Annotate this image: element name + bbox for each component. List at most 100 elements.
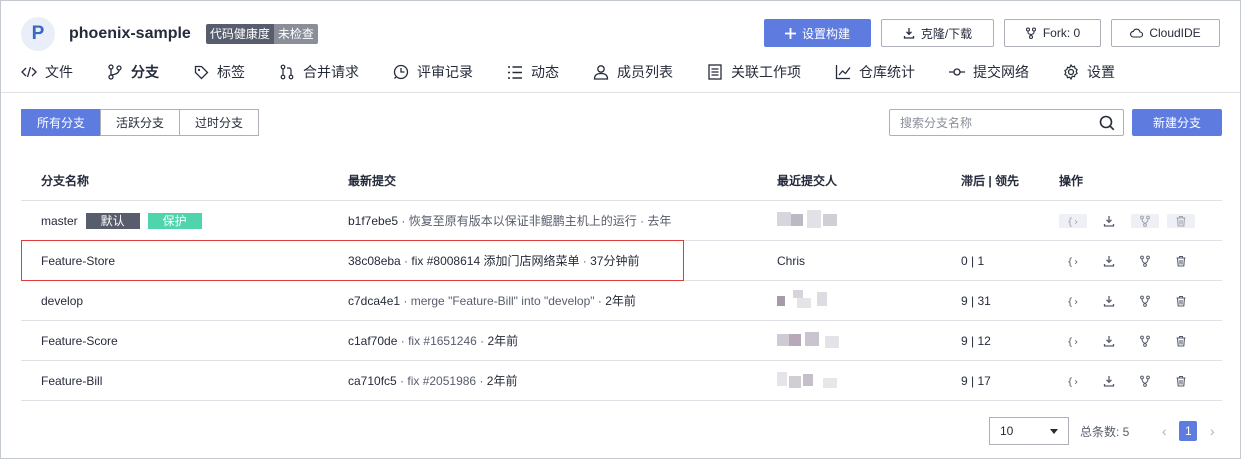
clone-download-button[interactable]: 克隆/下载: [881, 19, 994, 47]
setup-build-label: 设置构建: [801, 26, 850, 41]
review-icon: [393, 64, 409, 80]
new-branch-button[interactable]: 新建分支: [1132, 109, 1222, 136]
tab-files[interactable]: 文件: [21, 59, 73, 85]
committer-avatar-blurred: [777, 330, 961, 351]
behind-ahead: 9 | 31: [961, 293, 991, 308]
fork-button[interactable]: Fork: 0: [1004, 19, 1101, 47]
tab-label: 提交网络: [973, 64, 1029, 80]
commit-hash[interactable]: 38c08eba: [348, 254, 401, 268]
repo-name[interactable]: phoenix-sample: [69, 25, 191, 43]
tab-label: 仓库统计: [859, 64, 915, 80]
tab-label: 动态: [531, 64, 559, 80]
download-icon[interactable]: [1095, 214, 1123, 228]
table-row: Feature-Store 38c08eba · fix #8008614 添加…: [21, 240, 1222, 281]
tab-label: 评审记录: [417, 64, 473, 80]
behind-ahead: 0 | 1: [961, 253, 985, 268]
merge-icon[interactable]: [1131, 374, 1159, 388]
pagination: 10 总条数: 5 ‹ 1 ›: [989, 417, 1219, 445]
commit-message: fix #2051986: [407, 374, 477, 388]
commit-hash[interactable]: b1f7ebe5: [348, 214, 398, 228]
header-committer: 最近提交人: [777, 174, 838, 188]
page-size-select[interactable]: 10: [989, 417, 1069, 445]
tab-reviews[interactable]: 评审记录: [393, 59, 473, 85]
tab-workitems[interactable]: 关联工作项: [707, 59, 801, 85]
filter-active-branches[interactable]: 活跃分支: [100, 109, 181, 136]
chevron-right-icon[interactable]: ›: [1205, 423, 1219, 439]
health-label: 代码健康度: [205, 24, 274, 44]
download-icon[interactable]: [1095, 254, 1123, 268]
filter-stale-branches[interactable]: 过时分支: [179, 109, 260, 136]
activity-icon: [507, 64, 523, 80]
delete-icon[interactable]: [1167, 334, 1195, 348]
tab-commit-network[interactable]: 提交网络: [949, 59, 1029, 85]
tab-stats[interactable]: 仓库统计: [835, 59, 915, 85]
merge-icon[interactable]: [1131, 334, 1159, 348]
commit-hash[interactable]: c1af70de: [348, 334, 397, 348]
svg-text:{›}: {›}: [1067, 337, 1079, 347]
compare-icon[interactable]: {›}: [1059, 374, 1087, 388]
health-badge[interactable]: 代码健康度 未检查: [205, 24, 318, 44]
tab-members[interactable]: 成员列表: [593, 59, 673, 85]
commit-message: fix #8008614 添加门店网络菜单: [411, 254, 580, 268]
header-actions: 设置构建 克隆/下载 Fork: 0 CloudIDE: [764, 19, 1220, 47]
latest-commit: 38c08eba · fix #8008614 添加门店网络菜单 · 37分钟前: [348, 254, 640, 268]
tab-branches[interactable]: 分支: [107, 59, 159, 85]
download-icon[interactable]: [1095, 294, 1123, 308]
branch-name[interactable]: master: [41, 214, 78, 228]
svg-text:{›}: {›}: [1067, 217, 1079, 227]
merge-icon: [1131, 213, 1159, 228]
download-icon[interactable]: [1095, 374, 1123, 388]
branch-search-input[interactable]: [900, 115, 1090, 130]
delete-icon[interactable]: [1167, 374, 1195, 388]
repo-header: P phoenix-sample 代码健康度 未检查: [21, 17, 318, 51]
page-number-current[interactable]: 1: [1179, 421, 1198, 441]
committer-avatar-blurred: [777, 290, 961, 311]
commit-network-icon: [949, 64, 965, 80]
branch-name[interactable]: Feature-Score: [41, 334, 118, 348]
health-value: 未检查: [273, 24, 318, 44]
tab-merge-requests[interactable]: 合并请求: [279, 59, 359, 85]
latest-commit: b1f7ebe5 · 恢复至原有版本以保证非鲲鹏主机上的运行 · 去年: [348, 214, 672, 228]
compare-icon[interactable]: {›}: [1059, 254, 1087, 268]
delete-icon[interactable]: [1167, 294, 1195, 308]
download-icon[interactable]: [1095, 334, 1123, 348]
code-icon: [21, 64, 37, 80]
tab-label: 设置: [1087, 64, 1115, 80]
table-header: 分支名称 最新提交 最近提交人 滞后 | 领先 操作: [21, 161, 1222, 201]
filter-all-branches[interactable]: 所有分支: [21, 109, 102, 136]
default-badge: 默认: [85, 212, 140, 229]
branch-filter: 所有分支 活跃分支 过时分支: [21, 109, 260, 136]
branch-name[interactable]: Feature-Store: [41, 254, 115, 268]
header-actions: 操作: [1059, 174, 1084, 188]
latest-commit: c1af70de · fix #1651246 · 2年前: [348, 334, 519, 348]
setup-build-button[interactable]: 设置构建: [764, 19, 871, 47]
commit-hash[interactable]: ca710fc5: [348, 374, 397, 388]
row-actions: {›}: [1059, 254, 1222, 268]
compare-icon[interactable]: {›}: [1059, 294, 1087, 308]
svg-text:{›}: {›}: [1067, 377, 1079, 387]
plus-icon: [784, 27, 796, 39]
commit-message: merge "Feature-Bill" into "develop": [410, 294, 595, 308]
cloudide-label: CloudIDE: [1149, 26, 1201, 40]
cloudide-button[interactable]: CloudIDE: [1111, 19, 1220, 47]
commit-time: 37分钟前: [590, 254, 640, 268]
branch-name[interactable]: develop: [41, 294, 83, 308]
commit-hash[interactable]: c7dca4e1: [348, 294, 400, 308]
tab-activity[interactable]: 动态: [507, 59, 559, 85]
tab-tags[interactable]: 标签: [193, 59, 245, 85]
download-icon: [903, 27, 915, 39]
delete-icon[interactable]: [1167, 254, 1195, 268]
merge-icon[interactable]: [1131, 294, 1159, 308]
header-behind-ahead: 滞后 | 领先: [961, 174, 1020, 188]
branch-name[interactable]: Feature-Bill: [41, 374, 102, 388]
compare-icon[interactable]: {›}: [1059, 334, 1087, 348]
header-branch-name: 分支名称: [41, 174, 90, 188]
chevron-left-icon[interactable]: ‹: [1157, 423, 1171, 439]
row-actions: {›}: [1059, 213, 1222, 228]
tab-settings[interactable]: 设置: [1063, 59, 1115, 85]
merge-icon[interactable]: [1131, 254, 1159, 268]
table-row: Feature-Bill ca710fc5 · fix #2051986 · 2…: [21, 361, 1222, 401]
search-icon[interactable]: [1099, 115, 1115, 134]
fork-icon: [1025, 27, 1037, 39]
tab-label: 关联工作项: [731, 64, 801, 80]
